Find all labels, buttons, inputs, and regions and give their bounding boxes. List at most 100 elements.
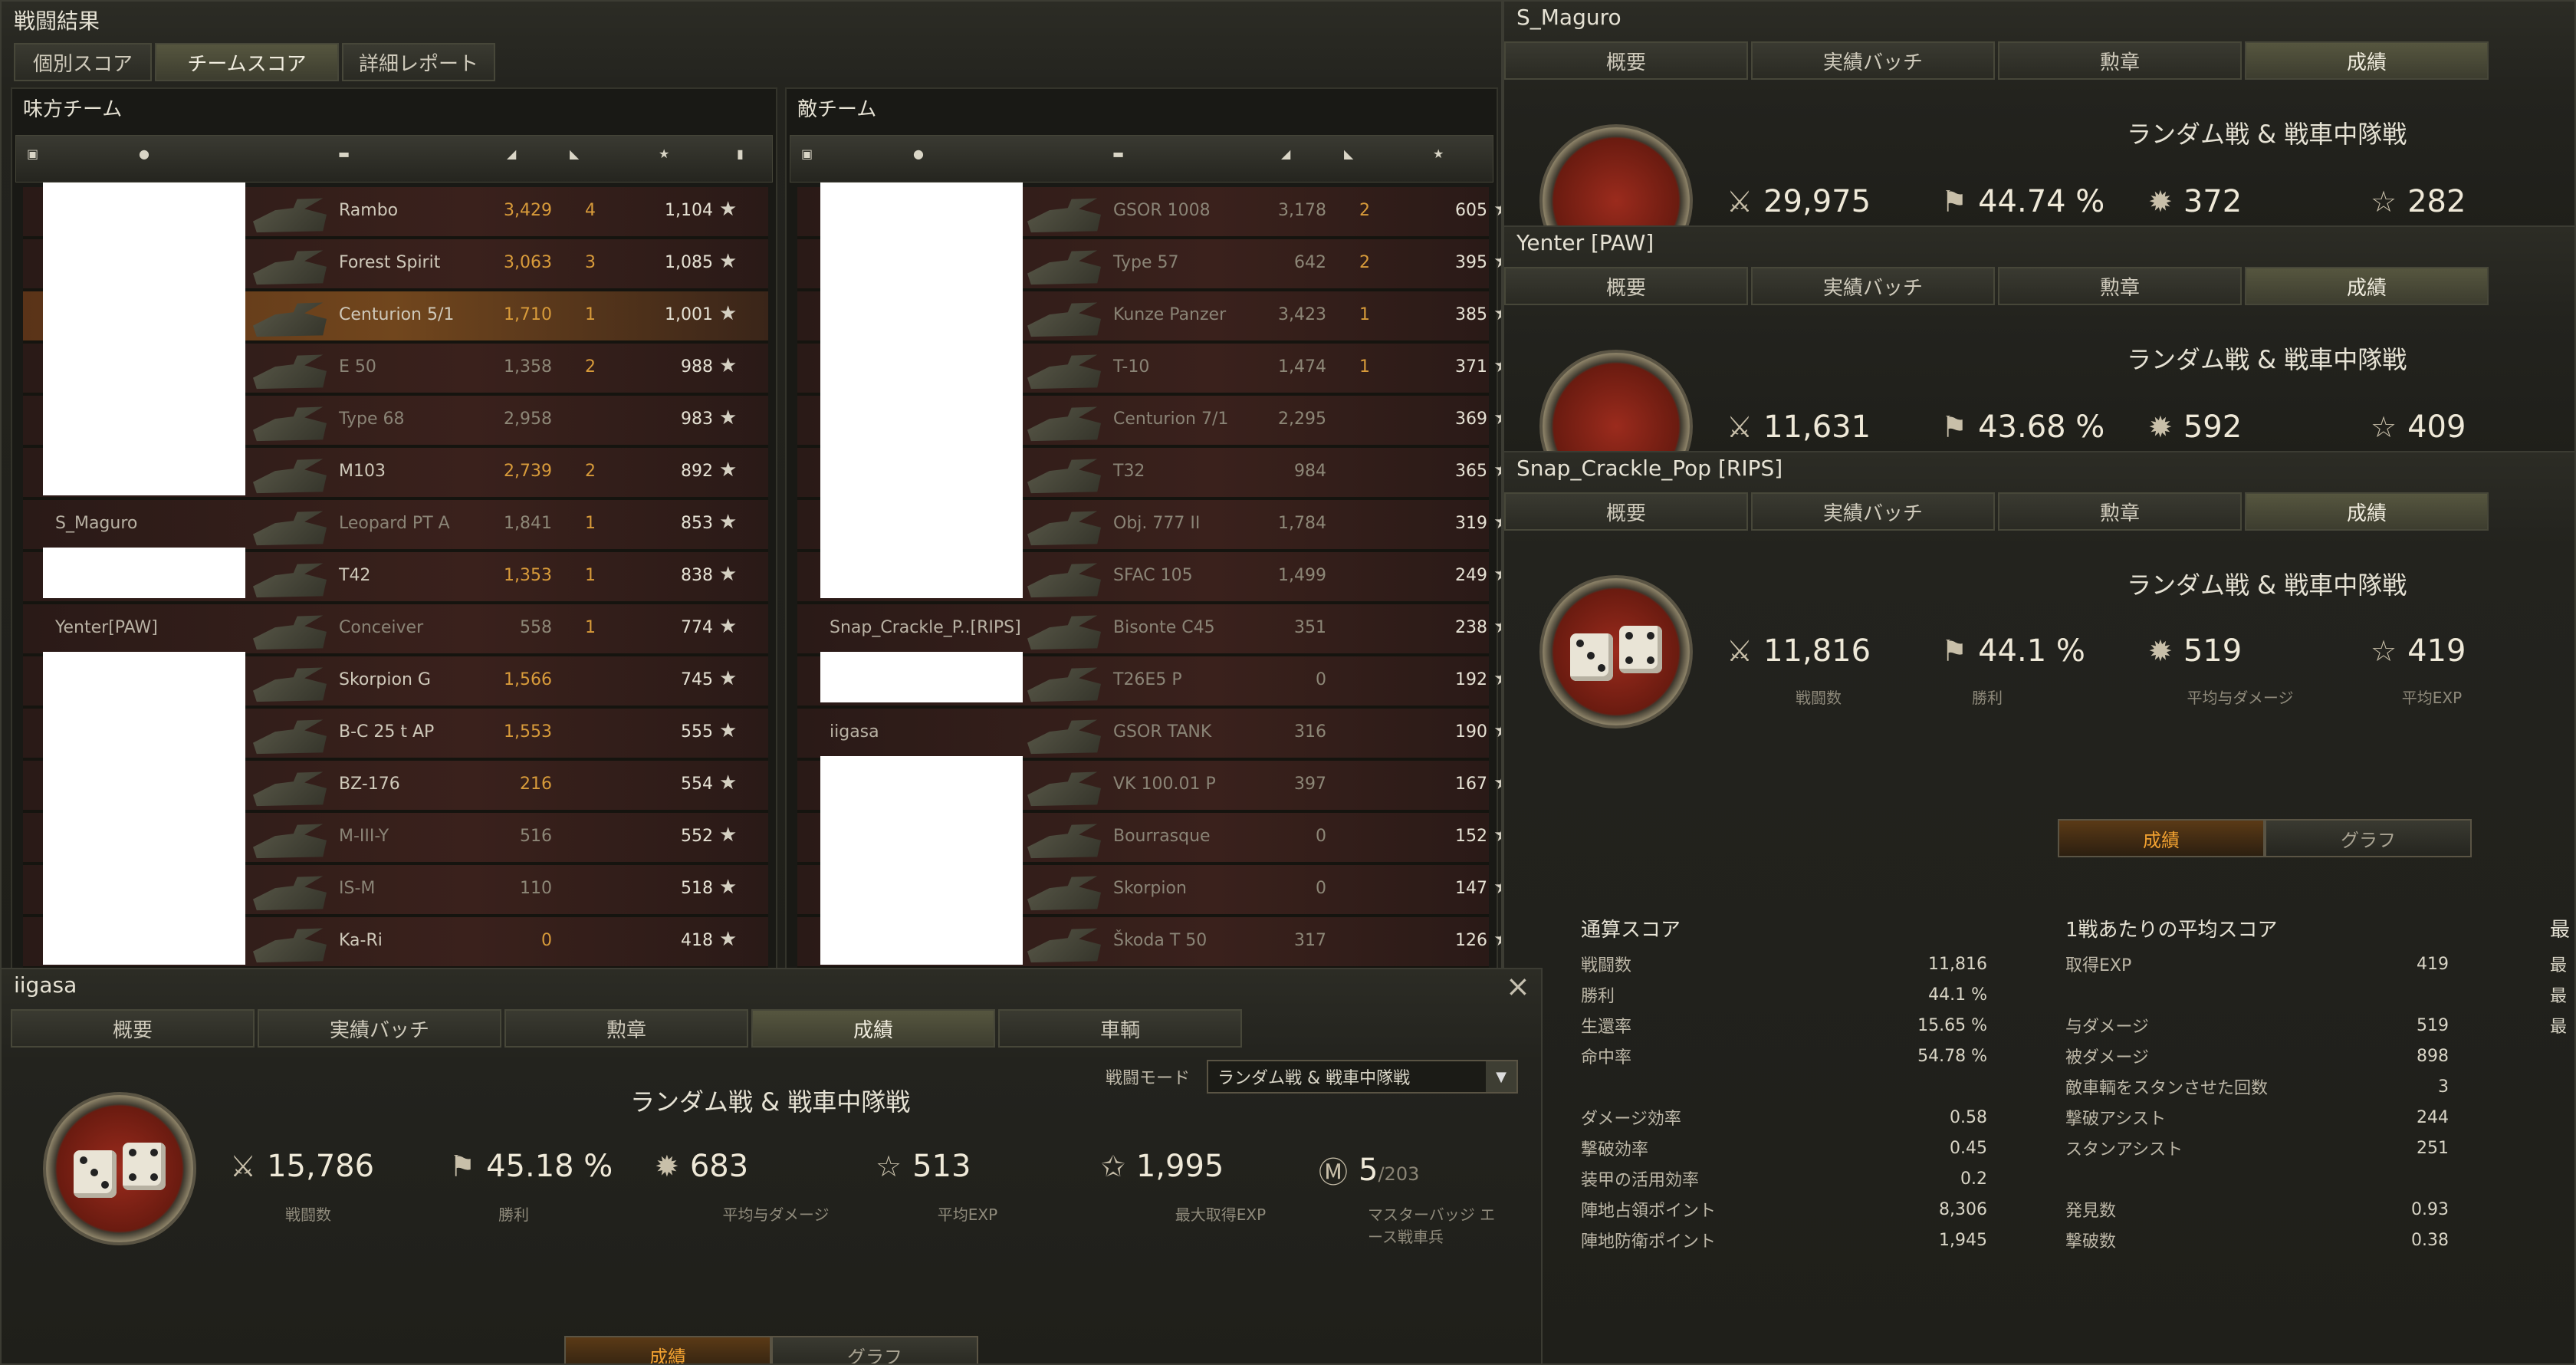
profile-player-name: iigasa: [14, 972, 77, 998]
stat-label: 取得EXP: [2065, 956, 2132, 975]
tab-records[interactable]: 成績: [2245, 267, 2489, 305]
star-icon: ★: [719, 876, 738, 899]
stat-row: 勝利 44.1 %: [1581, 979, 1987, 1010]
chevron-down-icon[interactable]: ▼: [1486, 1061, 1516, 1092]
label-max-exp: 最大取得EXP: [1175, 1205, 1267, 1224]
random-battle-medal: [43, 1092, 196, 1245]
damage-icon: ✹: [655, 1150, 679, 1183]
star-icon: ★: [1493, 354, 1501, 377]
tab-achievements[interactable]: 実績バッチ: [1751, 267, 1995, 305]
tank-icon: [1027, 354, 1101, 390]
tab-achievements[interactable]: 実績バッチ: [1751, 41, 1995, 80]
exp-value: 554: [681, 775, 713, 794]
status-icon[interactable]: ▮: [737, 146, 763, 173]
profile-window-iigasa: iigasa × 概要 実績バッチ 勲章 成績 車輌 戦闘モード ランダム戦 &…: [0, 968, 1543, 1365]
tab-detailed-report[interactable]: 詳細レポート: [342, 43, 495, 81]
damage-icon[interactable]: ◢: [507, 146, 533, 173]
kills-icon[interactable]: ◣: [570, 146, 596, 173]
stat-value: 519: [2417, 1015, 2449, 1035]
stat-label: ダメージ効率: [1581, 1110, 1681, 1129]
platoon-icon[interactable]: ▣: [801, 146, 827, 173]
player-icon[interactable]: ●: [913, 146, 939, 173]
subtab-records[interactable]: 成績: [564, 1336, 771, 1363]
damage-icon[interactable]: ◢: [1281, 146, 1307, 173]
tab-records[interactable]: 成績: [751, 1009, 995, 1048]
stat-label: 陣地占領ポイント: [1581, 1202, 1717, 1221]
tank-icon: [1027, 406, 1101, 442]
table-row[interactable]: S_Maguro Leopard PT A 1,841 1 853 ★: [23, 500, 768, 552]
table-row[interactable]: Snap_Crackle_P..[RIPS]Bisonte C45351238★: [797, 604, 1501, 656]
tab-records[interactable]: 成績: [2245, 41, 2489, 80]
damage-value: 0: [1316, 827, 1326, 846]
tab-achievements[interactable]: 実績バッチ: [1751, 492, 1995, 531]
tab-achievements[interactable]: 実績バッチ: [258, 1009, 501, 1048]
star-icon: ★: [1493, 719, 1501, 742]
battles-icon: ⚔: [1727, 410, 1753, 444]
platoon-icon[interactable]: ▣: [27, 146, 53, 173]
subtab-graph[interactable]: グラフ: [771, 1336, 978, 1363]
stat-label: 発見数: [2065, 1202, 2117, 1221]
stat-avg-damage: ✹ 683: [655, 1149, 749, 1184]
damage-value: 216: [520, 775, 552, 794]
star-icon: ★: [719, 459, 738, 482]
stat-avg-damage: ✹ 519: [2148, 633, 2242, 669]
star-icon: ★: [1493, 615, 1501, 638]
exp-value: 319: [1455, 514, 1487, 533]
tab-vehicles[interactable]: 車輌: [998, 1009, 1242, 1048]
stat-row: 陣地占領ポイント 8,306: [1581, 1194, 1987, 1225]
stat-row: 生還率 15.65 %: [1581, 1010, 1987, 1041]
kills-icon[interactable]: ◣: [1344, 146, 1370, 173]
ally-team-title: 味方チーム: [23, 98, 123, 121]
subtab-graph[interactable]: グラフ: [2265, 819, 2472, 857]
battle-mode-select[interactable]: ランダム戦 & 戦車中隊戦 ▼: [1207, 1060, 1518, 1094]
close-icon[interactable]: ×: [1506, 969, 1530, 1003]
tank-icon[interactable]: ▬: [338, 146, 415, 173]
mode-title: ランダム戦 & 戦車中隊戦: [2127, 571, 2407, 600]
tab-personal-score[interactable]: 個別スコア: [14, 43, 152, 81]
total-score-table: 通算スコア 戦闘数 11,816 勝利 44.1 % 生還率 15.65 % 命中率 54.78…: [1581, 914, 1987, 1255]
exp-star-icon[interactable]: ★: [1433, 146, 1459, 173]
star-icon: ☆: [2371, 185, 2397, 219]
tab-team-score[interactable]: チームスコア: [155, 43, 339, 81]
player-icon[interactable]: ●: [139, 146, 165, 173]
exp-star-icon[interactable]: ★: [659, 146, 685, 173]
exp-value: 365: [1455, 462, 1487, 481]
enemy-team-title: 敵チーム: [797, 98, 877, 121]
damage-value: 516: [520, 827, 552, 846]
stat-row: 取得EXP 419: [2065, 949, 2449, 979]
kills-value: 2: [1359, 201, 1370, 220]
tank-icon: [1027, 615, 1101, 650]
tab-records[interactable]: 成績: [2245, 492, 2489, 531]
tab-overview[interactable]: 概要: [1504, 267, 1748, 305]
damage-value: 0: [541, 931, 552, 950]
redaction-block: [43, 548, 245, 598]
table-row[interactable]: iigasaGSOR TANK316190★: [797, 709, 1501, 761]
stat-avg-exp: ☆ 419: [2371, 633, 2466, 669]
stat-row: 撃破アシスト 244: [2065, 1102, 2449, 1133]
tab-overview[interactable]: 概要: [1504, 41, 1748, 80]
damage-value: 1,358: [504, 357, 552, 377]
tab-overview[interactable]: 概要: [1504, 492, 1748, 531]
player-name: Snap_Crackle_P..[RIPS]: [830, 618, 1021, 637]
star-icon: ★: [1493, 459, 1501, 482]
exp-value: 745: [681, 670, 713, 689]
tab-medals[interactable]: 勲章: [1998, 267, 2242, 305]
stat-value: 898: [2417, 1046, 2449, 1066]
exp-value: 371: [1455, 357, 1487, 377]
tab-medals[interactable]: 勲章: [1998, 41, 2242, 80]
tab-medals[interactable]: 勲章: [504, 1009, 748, 1048]
stat-avg-damage: ✹ 372: [2148, 184, 2242, 219]
stat-master-badge: Ⓜ 5/203: [1319, 1149, 1419, 1191]
star-icon: ★: [719, 771, 738, 794]
tab-overview[interactable]: 概要: [11, 1009, 255, 1048]
stat-label: 撃破アシスト: [2065, 1110, 2167, 1129]
exp-value: 555: [681, 722, 713, 742]
tab-medals[interactable]: 勲章: [1998, 492, 2242, 531]
stat-label: 敵車輌をスタンさせた回数: [2065, 1079, 2269, 1098]
mode-title: ランダム戦 & 戦車中隊戦: [2127, 120, 2407, 149]
table-row[interactable]: Yenter[PAW] Conceiver 558 1 774 ★: [23, 604, 768, 656]
tank-icon: [253, 667, 327, 702]
tank-icon[interactable]: ▬: [1112, 146, 1189, 173]
kills-value: 1: [585, 305, 596, 324]
subtab-records[interactable]: 成績: [2058, 819, 2265, 857]
